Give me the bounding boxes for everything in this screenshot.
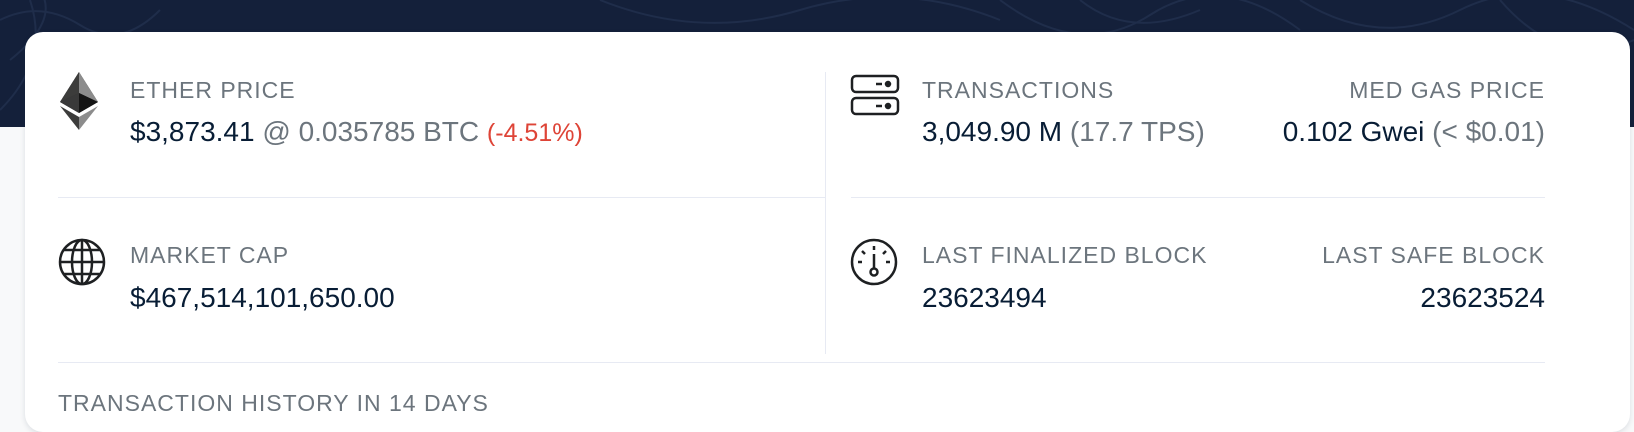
gas-price-usd: (< $0.01) bbox=[1432, 116, 1545, 147]
divider bbox=[58, 362, 1545, 363]
transactions-label: TRANSACTIONS bbox=[922, 77, 1115, 103]
med-gas-price-value[interactable]: 0.102 Gwei (< $0.01) bbox=[1283, 118, 1545, 146]
gas-price-gwei[interactable]: 0.102 Gwei bbox=[1283, 116, 1425, 147]
stats-card: ETHER PRICE $3,873.41 @ 0.035785 BTC (-4… bbox=[25, 32, 1630, 432]
divider bbox=[851, 197, 1545, 198]
ethereum-icon bbox=[60, 72, 98, 135]
divider bbox=[58, 197, 825, 198]
last-safe-block-value[interactable]: 23623524 bbox=[1420, 284, 1545, 312]
market-cap-label: MARKET CAP bbox=[130, 242, 290, 268]
server-icon bbox=[850, 74, 900, 121]
transactions-value[interactable]: 3,049.90 M (17.7 TPS) bbox=[922, 118, 1205, 146]
column-divider bbox=[825, 72, 826, 354]
last-finalized-block-label: LAST FINALIZED BLOCK bbox=[922, 242, 1208, 268]
med-gas-price-label: MED GAS PRICE bbox=[1349, 77, 1545, 103]
transaction-history-label: TRANSACTION HISTORY IN 14 DAYS bbox=[58, 390, 489, 416]
ether-price-label: ETHER PRICE bbox=[130, 77, 296, 103]
ether-price-change: (-4.51%) bbox=[486, 119, 583, 147]
globe-icon bbox=[58, 238, 106, 291]
market-cap-value: $467,514,101,650.00 bbox=[130, 282, 395, 313]
last-finalized-block-value[interactable]: 23623494 bbox=[922, 284, 1047, 312]
ether-price-value: $3,873.41 @ 0.035785 BTC (-4.51%) bbox=[130, 118, 583, 146]
transactions-count[interactable]: 3,049.90 M bbox=[922, 116, 1062, 147]
last-safe-block-label: LAST SAFE BLOCK bbox=[1322, 242, 1545, 268]
transactions-tps: (17.7 TPS) bbox=[1069, 116, 1205, 147]
ether-price-btc: @ 0.035785 BTC bbox=[262, 116, 480, 147]
ether-price-usd: $3,873.41 bbox=[130, 116, 255, 147]
gauge-icon bbox=[850, 238, 898, 291]
